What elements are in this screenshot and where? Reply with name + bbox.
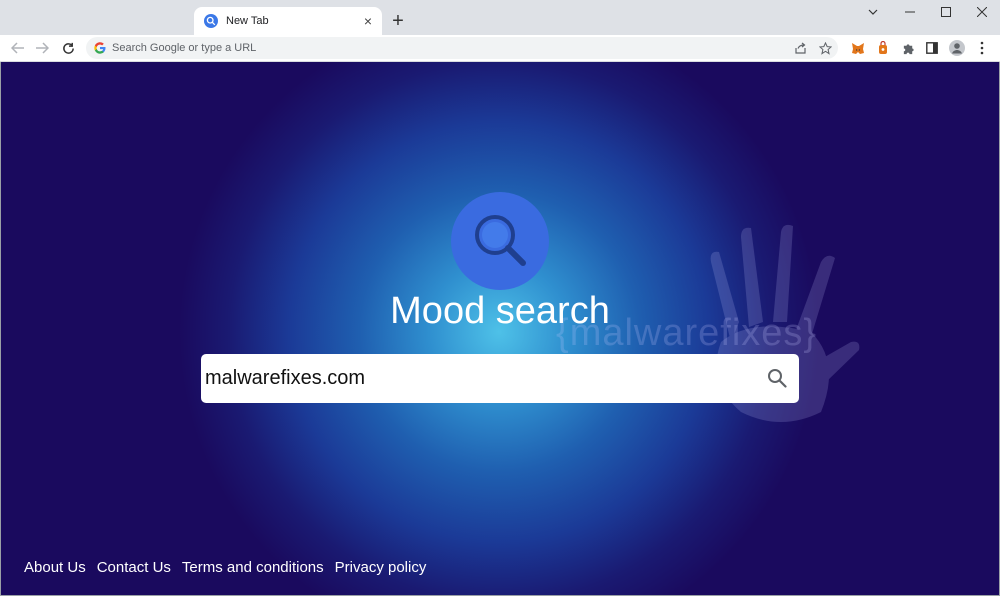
search-button[interactable] bbox=[765, 366, 789, 390]
brand-title: Mood search bbox=[390, 290, 610, 332]
share-icon[interactable] bbox=[792, 40, 808, 56]
tab-title: New Tab bbox=[226, 15, 269, 27]
extensions-puzzle-icon[interactable] bbox=[898, 38, 918, 58]
back-arrow-icon[interactable] bbox=[8, 38, 28, 58]
address-bar[interactable] bbox=[86, 37, 838, 59]
footer-link-terms[interactable]: Terms and conditions bbox=[182, 559, 324, 576]
footer-link-contact-us[interactable]: Contact Us bbox=[97, 559, 171, 576]
side-panel-icon[interactable] bbox=[922, 38, 942, 58]
forward-arrow-icon[interactable] bbox=[32, 38, 52, 58]
search-icon bbox=[768, 369, 787, 388]
footer-links: About Us Contact Us Terms and conditions… bbox=[24, 559, 426, 576]
address-input[interactable] bbox=[112, 42, 712, 54]
metamask-fox-icon[interactable] bbox=[848, 38, 868, 58]
footer-link-about-us[interactable]: About Us bbox=[24, 559, 86, 576]
google-g-icon bbox=[94, 42, 106, 54]
window-border-left bbox=[0, 62, 1, 596]
tab-search-chevron-icon[interactable] bbox=[855, 0, 891, 24]
footer-link-privacy[interactable]: Privacy policy bbox=[335, 559, 427, 576]
page-content: {malwarefixes} Mood search About Us Cont… bbox=[1, 62, 999, 595]
mood-search-logo-icon bbox=[451, 192, 549, 290]
close-icon[interactable]: × bbox=[360, 13, 376, 29]
extension-fox-bag-icon[interactable] bbox=[873, 38, 893, 58]
minimize-icon[interactable] bbox=[892, 0, 928, 24]
window-close-icon[interactable] bbox=[964, 0, 1000, 24]
bookmark-star-icon[interactable] bbox=[817, 40, 833, 56]
maximize-icon[interactable] bbox=[928, 0, 964, 24]
new-tab-button[interactable]: + bbox=[388, 11, 408, 31]
tab-new-tab[interactable]: New Tab × bbox=[194, 7, 382, 35]
browser-toolbar bbox=[0, 35, 1000, 62]
profile-avatar-icon[interactable] bbox=[947, 38, 967, 58]
search-box[interactable] bbox=[201, 354, 799, 403]
tab-strip: New Tab × + bbox=[0, 0, 1000, 35]
kebab-menu-icon[interactable] bbox=[972, 38, 992, 58]
search-input[interactable] bbox=[201, 358, 741, 399]
search-favicon-icon bbox=[204, 14, 218, 28]
reload-icon[interactable] bbox=[58, 38, 78, 58]
